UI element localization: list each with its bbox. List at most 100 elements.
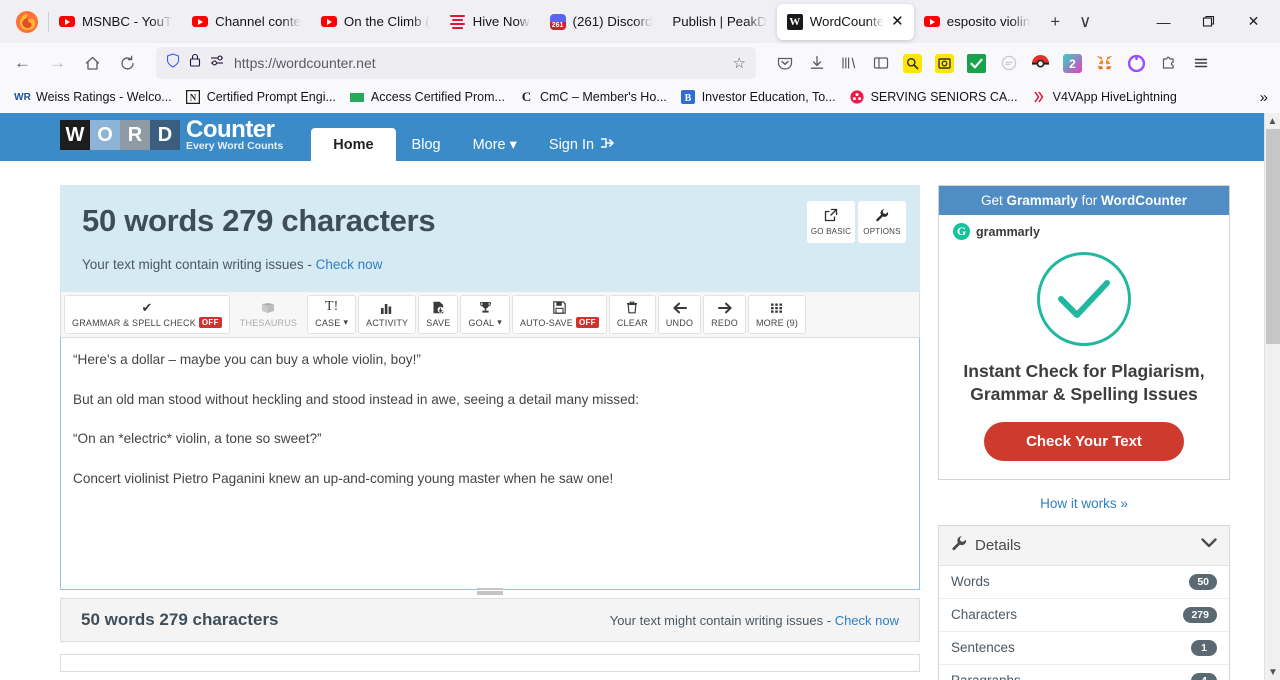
tab-msnbc[interactable]: MSNBC - YouT (49, 4, 182, 40)
scroll-up-icon[interactable]: ▲ (1265, 113, 1280, 129)
sidebar-icon[interactable] (866, 49, 895, 78)
maximize-button[interactable] (1186, 2, 1231, 42)
toolbar-save[interactable]: SAVE (418, 295, 459, 334)
tab-discord[interactable]: 261 (261) Discord (540, 4, 663, 40)
tab-channel-content[interactable]: Channel conte (182, 4, 311, 40)
tab-peakd[interactable]: Publish | PeakD (662, 4, 776, 40)
puzzle-extension-icon[interactable] (1154, 49, 1183, 78)
toolbar-label: THESAURUS (239, 317, 298, 328)
bookmarks-overflow-icon[interactable]: » (1260, 89, 1272, 106)
toolbar-label: CASE (315, 317, 341, 328)
permissions-icon[interactable] (210, 54, 225, 72)
toolbar-auto-save[interactable]: AUTO-SAVE OFF (511, 295, 607, 334)
toolbar-thesaurus[interactable]: THESAURUS (231, 295, 306, 334)
logo-letter-o: O (90, 120, 120, 150)
bookmark-certified-prompt-engineering[interactable]: N Certified Prompt Engi... (179, 87, 343, 108)
url-bar[interactable]: https://wordcounter.net ☆ (156, 47, 756, 79)
sidebar-column: Get Grammarly for WordCounter G grammarl… (938, 185, 1230, 680)
tab-esposito-violin[interactable]: esposito violin (914, 4, 1041, 40)
nav-item-more[interactable]: More ▾ (457, 128, 533, 161)
check-now-link[interactable]: Check now (316, 257, 383, 272)
url-text: https://wordcounter.net (234, 55, 376, 71)
trash-icon (626, 301, 638, 315)
chevron-down-icon[interactable] (1201, 536, 1217, 554)
grammarly-g-icon: G (953, 223, 970, 240)
toolbar-redo[interactable]: REDO (703, 295, 746, 334)
nav-item-blog[interactable]: Blog (396, 128, 457, 161)
tab-label: (261) Discord (572, 14, 653, 29)
tab-label: esposito violin (946, 14, 1031, 29)
bottom-issues-text: Your text might contain writing issues - (609, 612, 835, 628)
toolbar-grammar-spell-check[interactable]: ✔ GRAMMAR & SPELL CHECK OFF (64, 295, 230, 334)
back-button[interactable]: ← (6, 47, 39, 80)
tab-hive-now[interactable]: Hive Now (440, 4, 540, 40)
scrollbar-thumb[interactable] (1266, 129, 1280, 344)
list-all-tabs-button[interactable]: ∨ (1070, 7, 1100, 37)
forward-button[interactable]: → (41, 47, 74, 80)
youtube-icon (923, 14, 940, 30)
options-button[interactable]: OPTIONS (858, 201, 906, 243)
downloads-icon[interactable] (802, 49, 831, 78)
resize-handle[interactable] (477, 588, 503, 595)
checkmark-icon[interactable] (962, 49, 991, 78)
green-bar-icon (350, 90, 365, 105)
detail-row-paragraphs: Paragraphs 4 (939, 665, 1229, 680)
search-highlight-icon[interactable] (898, 49, 927, 78)
go-basic-button[interactable]: GO BASIC (807, 201, 855, 243)
home-icon[interactable] (76, 47, 109, 80)
extensions-tray: 2 (770, 49, 1215, 78)
library-icon[interactable] (834, 49, 863, 78)
tab-on-the-climb[interactable]: On the Climb ( (311, 4, 440, 40)
toolbar-clear[interactable]: CLEAR (608, 295, 656, 334)
go-basic-label: GO BASIC (810, 227, 852, 236)
app-menu-icon[interactable] (1186, 49, 1215, 78)
screenshot-icon[interactable] (930, 49, 959, 78)
bookmark-investor-education[interactable]: B Investor Education, To... (674, 87, 843, 108)
close-icon[interactable]: ✕ (891, 14, 904, 29)
two-badge-icon[interactable]: 2 (1058, 49, 1087, 78)
detail-label: Words (951, 574, 990, 589)
bookmark-cmc-members-home[interactable]: C CmC – Member's Ho... (512, 87, 674, 108)
detail-value: 50 (1189, 573, 1217, 590)
text-editor[interactable]: “Here's a dollar – maybe you can buy a w… (60, 338, 920, 595)
lock-icon[interactable] (189, 53, 201, 73)
wordcounter-logo[interactable]: W O R D Counter Every Word Counts (60, 113, 283, 161)
scroll-down-icon[interactable]: ▼ (1265, 664, 1280, 680)
pokeball-icon[interactable] (1026, 49, 1055, 78)
sign-in-icon (600, 136, 614, 154)
bookmark-serving-seniors[interactable]: SERVING SENIORS CA... (843, 87, 1025, 108)
nav-item-home[interactable]: Home (311, 128, 396, 161)
details-header[interactable]: Details (939, 525, 1229, 566)
bottom-check-now-link[interactable]: Check now (835, 613, 899, 628)
reload-icon[interactable] (111, 47, 144, 80)
chat-bubble-icon[interactable] (994, 49, 1023, 78)
site-nav: Home Blog More ▾ Sign In (311, 113, 630, 161)
bookmark-label: Weiss Ratings - Welco... (36, 90, 172, 104)
metamask-fox-icon[interactable] (1090, 49, 1119, 78)
toolbar-goal[interactable]: GOAL ▾ (460, 295, 510, 334)
page-scrollbar[interactable]: ▲ ▼ (1264, 113, 1280, 680)
bookmark-star-icon[interactable]: ☆ (733, 54, 746, 72)
shield-icon[interactable] (166, 53, 180, 73)
toolbar-label: ACTIVITY (366, 317, 409, 328)
tab-label: WordCounte (809, 14, 885, 29)
how-it-works-link[interactable]: How it works » (938, 496, 1230, 511)
bookmark-weiss-ratings[interactable]: WR Weiss Ratings - Welco... (8, 87, 179, 108)
new-tab-button[interactable]: + (1040, 7, 1070, 37)
purple-ring-icon[interactable] (1122, 49, 1151, 78)
toolbar-activity[interactable]: ACTIVITY (358, 295, 417, 334)
close-window-button[interactable]: ✕ (1231, 2, 1276, 42)
minimize-button[interactable]: — (1141, 2, 1186, 42)
toolbar-more[interactable]: MORE (9) (747, 295, 807, 334)
pocket-icon[interactable] (770, 49, 799, 78)
content-stub (60, 654, 920, 672)
check-your-text-button[interactable]: Check Your Text (984, 421, 1184, 461)
grid-dots-icon (770, 301, 784, 315)
toolbar-case[interactable]: T! CASE ▾ (307, 295, 357, 334)
nav-item-sign-in[interactable]: Sign In (533, 128, 630, 161)
toolbar-undo[interactable]: UNDO (657, 295, 702, 334)
tab-wordcounter[interactable]: W WordCounte ✕ (776, 3, 914, 40)
bookmark-v4vapp-hivelightning[interactable]: V4VApp HiveLightning (1025, 87, 1184, 108)
bookmark-access-certified-prompt[interactable]: Access Certified Prom... (343, 87, 512, 108)
logo-letter-w: W (60, 120, 90, 150)
